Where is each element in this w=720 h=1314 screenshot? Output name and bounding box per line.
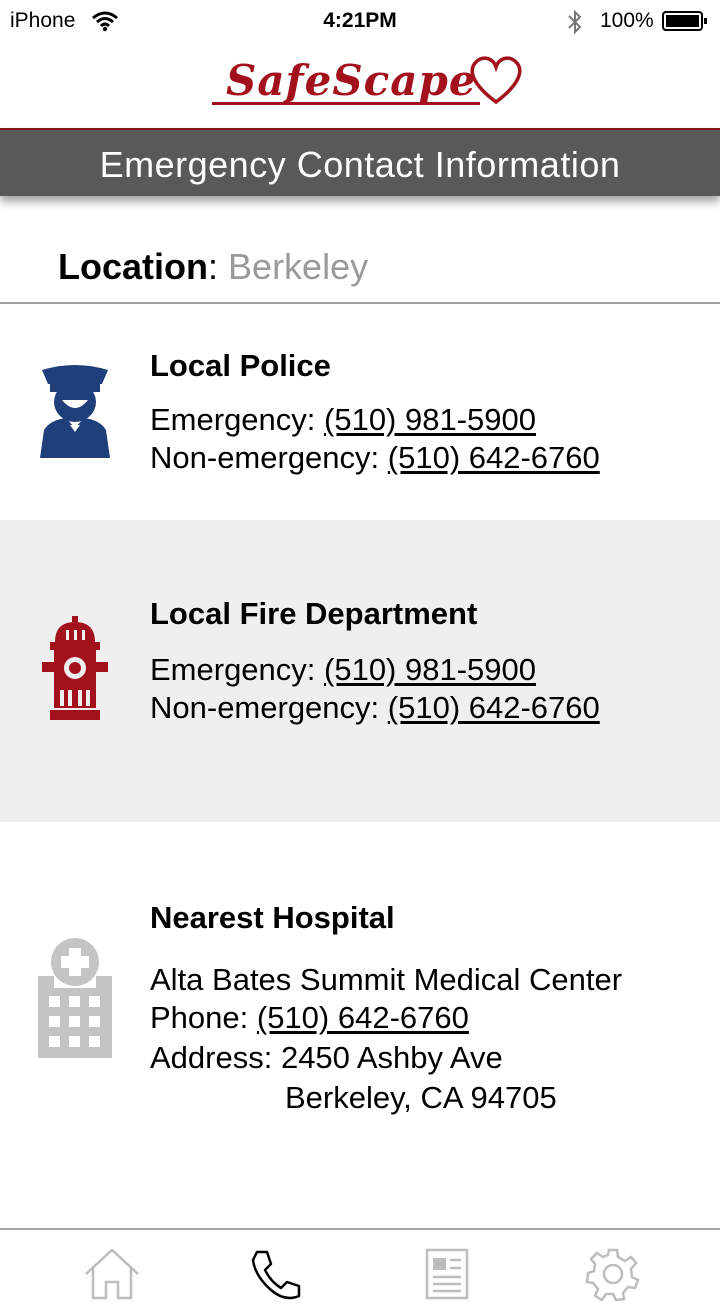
- police-officer-icon: [40, 365, 110, 458]
- hospital-phone-line: Phone: (510) 642-6760: [150, 1000, 469, 1036]
- police-non-emergency-phone-link[interactable]: (510) 642-6760: [388, 440, 600, 475]
- battery-percentage: 100%: [600, 9, 654, 32]
- fire-emergency-phone-link[interactable]: (510) 981-5900: [324, 652, 536, 687]
- app-logo: SafeScape: [0, 48, 720, 126]
- settings-icon: [585, 1248, 640, 1302]
- fire-hydrant-icon: [42, 616, 108, 720]
- status-bar: iPhone 4:21PM 100%: [0, 0, 720, 42]
- location-label: Location: [58, 246, 208, 287]
- location-value: Berkeley: [228, 246, 369, 287]
- fire-emergency-line: Emergency: (510) 981-5900: [150, 652, 536, 688]
- police-emergency-phone-link[interactable]: (510) 981-5900: [324, 402, 536, 437]
- tab-settings[interactable]: [583, 1246, 643, 1306]
- fire-non-emergency-phone-link[interactable]: (510) 642-6760: [388, 690, 600, 725]
- page-header: Emergency Contact Information: [0, 128, 720, 196]
- police-emergency-line: Emergency: (510) 981-5900: [150, 402, 536, 438]
- location-separator: :: [208, 246, 219, 287]
- fire-title: Local Fire Department: [150, 596, 478, 631]
- police-non-emergency-line: Non-emergency: (510) 642-6760: [150, 440, 600, 476]
- hospital-title: Nearest Hospital: [150, 900, 395, 935]
- news-icon: [425, 1248, 469, 1300]
- phone-icon: [251, 1250, 301, 1300]
- hospital-phone-label: Phone:: [150, 1000, 257, 1035]
- police-emergency-label: Emergency:: [150, 402, 325, 437]
- location-row: Location: Berkeley: [58, 246, 368, 288]
- hospital-address-label: Address:: [150, 1040, 281, 1075]
- hospital-name: Alta Bates Summit Medical Center: [150, 962, 623, 997]
- tab-contacts[interactable]: [245, 1246, 305, 1306]
- tab-home[interactable]: [82, 1246, 142, 1306]
- hospital-section: Nearest Hospital Alta Bates Summit Medic…: [0, 822, 720, 1228]
- fire-non-emergency-label: Non-emergency:: [150, 690, 388, 725]
- battery-icon: [662, 11, 707, 31]
- logo-underline: [212, 102, 480, 105]
- hospital-building-icon: [38, 938, 112, 1058]
- fire-non-emergency-line: Non-emergency: (510) 642-6760: [150, 690, 600, 726]
- hospital-phone-link[interactable]: (510) 642-6760: [257, 1000, 469, 1035]
- page-title: Emergency Contact Information: [99, 144, 621, 185]
- heart-icon: [470, 56, 522, 105]
- police-section: Local Police Emergency: (510) 981-5900 N…: [0, 304, 720, 520]
- tab-bar: [0, 1228, 720, 1314]
- police-non-emergency-label: Non-emergency:: [150, 440, 388, 475]
- logo-text: SafeScape: [226, 56, 477, 105]
- hospital-address-line1: 2450 Ashby Ave: [280, 1040, 503, 1075]
- fire-section: Local Fire Department Emergency: (510) 9…: [0, 520, 720, 822]
- fire-emergency-label: Emergency:: [150, 652, 325, 687]
- hospital-address-line: Address: 2450 Ashby Ave: [150, 1040, 503, 1076]
- bluetooth-icon: [568, 9, 582, 35]
- home-icon: [85, 1248, 139, 1300]
- hospital-address-line2: Berkeley, CA 94705: [285, 1080, 557, 1115]
- police-title: Local Police: [150, 348, 331, 383]
- tab-news[interactable]: [417, 1246, 477, 1306]
